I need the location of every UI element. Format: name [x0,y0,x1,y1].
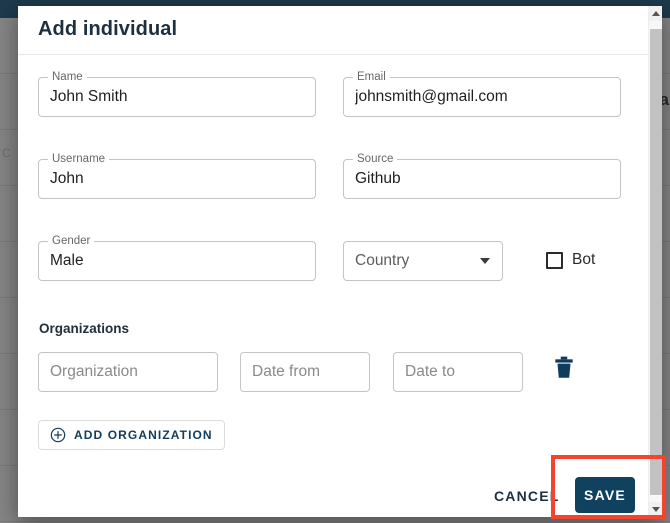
gender-field-value: Male [50,252,84,269]
add-organization-button[interactable]: ADD ORGANIZATION [38,420,225,450]
dialog-title: Add individual [38,18,178,40]
organization-input[interactable]: Organization [38,352,218,392]
email-field[interactable]: Email johnsmith@gmail.com [343,71,621,117]
dialog-content: Add individual Name John Smith Email joh… [18,6,648,517]
date-from-input-placeholder: Date from [252,363,321,380]
add-individual-dialog: Add individual Name John Smith Email joh… [18,6,662,517]
background-left-partial-text: C [2,146,11,160]
chevron-down-icon [652,507,660,512]
name-field[interactable]: Name John Smith [38,71,316,117]
source-field-value: Github [355,170,401,187]
trash-icon [555,356,573,378]
add-organization-label: ADD ORGANIZATION [74,428,213,442]
delete-organization-button[interactable] [551,354,577,382]
country-select-value: Country [355,252,410,269]
bot-checkbox-label: Bot [572,251,596,268]
dialog-scrollbar[interactable] [648,6,662,517]
name-field-value: John Smith [50,88,128,105]
checkbox-box-icon[interactable] [546,251,563,269]
bot-checkbox[interactable]: Bot [546,251,595,269]
gender-field[interactable]: Gender Male [38,235,316,281]
date-to-input-placeholder: Date to [405,363,455,380]
cancel-button[interactable]: CANCEL [494,488,560,504]
source-field[interactable]: Source Github [343,153,621,199]
chevron-up-icon [652,11,660,16]
dialog-header-divider [18,54,648,55]
scrollbar-up-button[interactable] [649,6,662,21]
country-select[interactable]: Country [343,241,503,281]
save-button[interactable]: SAVE [575,477,635,513]
email-field-value: johnsmith@gmail.com [355,88,508,105]
username-field-value: John [50,170,84,187]
plus-circle-icon [50,427,66,443]
username-field[interactable]: Username John [38,153,316,199]
organization-input-placeholder: Organization [50,363,138,380]
chevron-down-icon [480,258,490,264]
scrollbar-down-button[interactable] [649,502,662,517]
date-from-input[interactable]: Date from [240,352,370,392]
date-to-input[interactable]: Date to [393,352,523,392]
organizations-section-title: Organizations [39,321,130,336]
scrollbar-thumb[interactable] [650,29,662,495]
